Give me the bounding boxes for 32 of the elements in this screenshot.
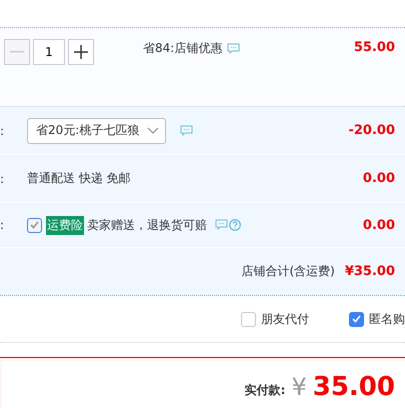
row-amount: 0.00	[362, 171, 395, 186]
insurance-tag: 运费险	[46, 216, 84, 234]
row-amount: -20.00	[348, 123, 395, 138]
row-amount: 0.00	[362, 218, 395, 232]
plus-button[interactable]	[68, 39, 94, 65]
chat-icon[interactable]	[227, 43, 240, 54]
shipping-text: 普通配送 快递 免邮	[27, 170, 131, 187]
insurance-text: 卖家赠送，退换货可赔	[87, 216, 207, 234]
option-checkbox[interactable]	[349, 312, 364, 326]
item-price: 55.00	[354, 40, 395, 55]
row-label: :	[0, 218, 6, 232]
option-checkbox[interactable]	[241, 312, 256, 326]
coupon-select[interactable]: 省20元:桃子七匹狼	[27, 118, 166, 144]
store-total-value: ¥35.00	[344, 264, 395, 279]
option-label: 匿名购	[369, 310, 405, 328]
help-icon[interactable]	[229, 219, 241, 231]
check-icon	[30, 221, 39, 229]
plus-icon	[74, 45, 88, 59]
minus-icon	[10, 51, 24, 53]
chat-icon[interactable]	[180, 125, 194, 136]
check-icon	[352, 315, 361, 323]
chevron-down-icon	[147, 127, 160, 134]
quantity-field[interactable]: 1	[33, 39, 65, 65]
promo-label: 省84:店铺优惠	[143, 40, 222, 57]
option-label: 朋友代付	[261, 310, 309, 328]
row-label: :	[0, 172, 6, 186]
chat-icon[interactable]	[215, 219, 228, 230]
row-label: :	[0, 124, 6, 138]
payment-amount: 35.00	[312, 372, 395, 402]
payment-label: 实付款:	[244, 382, 286, 398]
currency-symbol: ¥	[291, 373, 307, 401]
store-total-label: 店铺合计(含运费)	[241, 263, 335, 280]
